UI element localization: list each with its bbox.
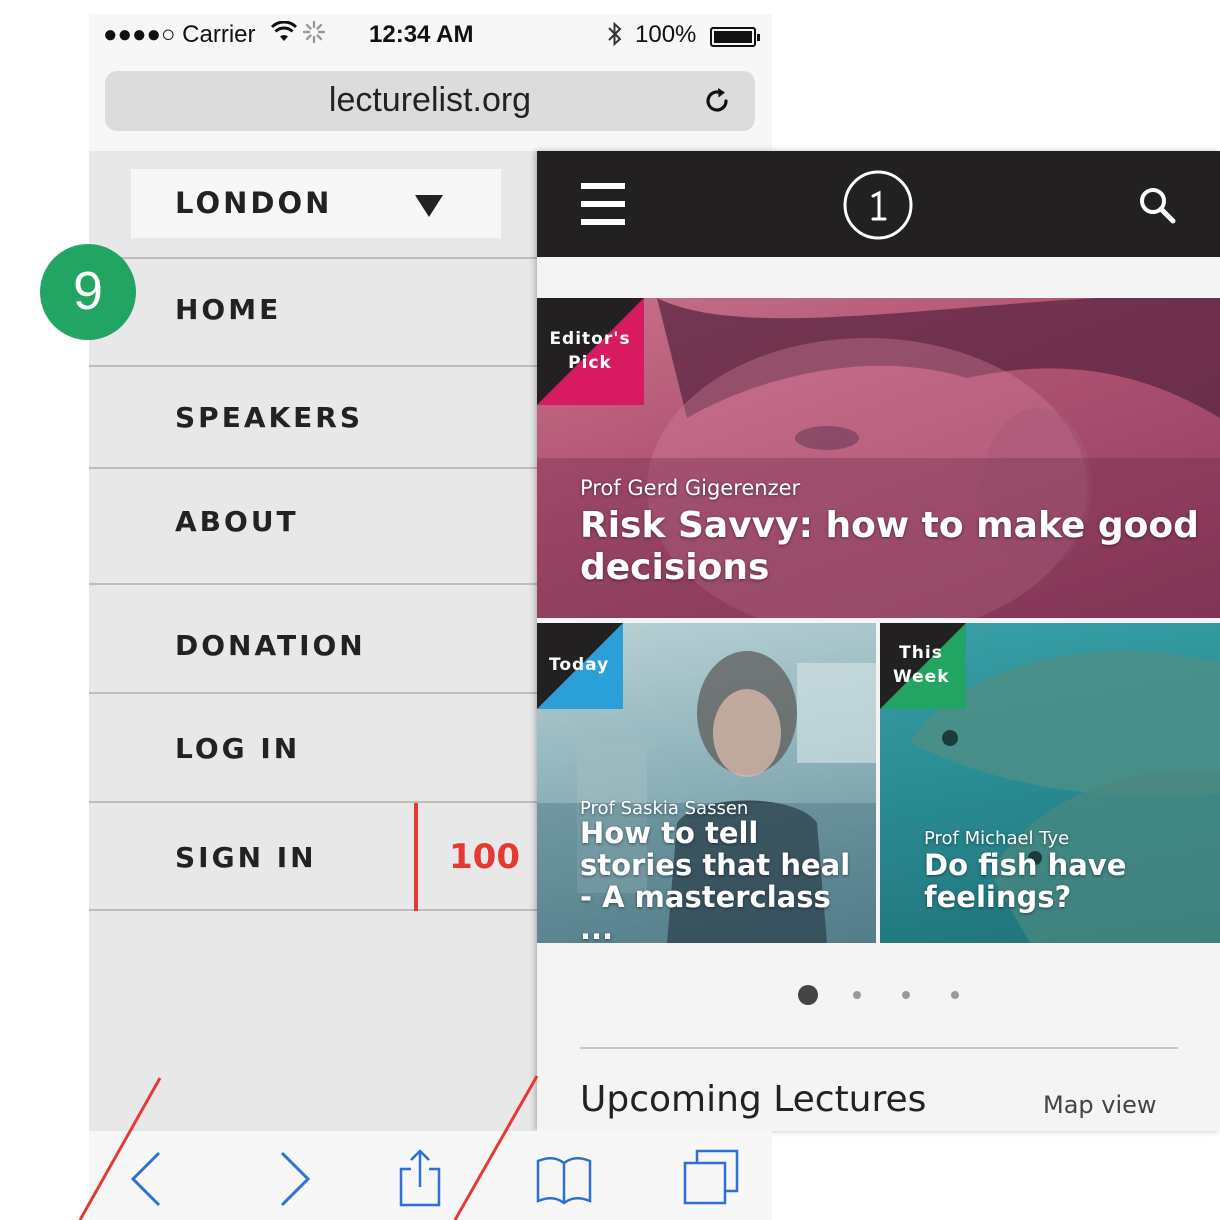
nav-item-label: SIGN IN (175, 841, 317, 874)
search-icon[interactable] (1137, 185, 1177, 225)
step-number: 9 (72, 261, 104, 321)
step-number-badge: 9 (40, 244, 136, 340)
nav-item-speakers[interactable]: SPEAKERS (89, 365, 537, 467)
editors-pick-tag: Editor's Pick (549, 327, 631, 375)
browser-toolbar (89, 1131, 772, 1220)
section-divider (580, 1047, 1178, 1049)
tag-line: Editor's (549, 329, 631, 349)
battery-percent: 100% (635, 21, 697, 48)
pager-dot[interactable] (798, 985, 818, 1005)
pager-dot[interactable] (853, 991, 861, 999)
city-label: LONDON (175, 186, 333, 220)
url-text: lecturelist.org (328, 81, 532, 119)
clock-time: 12:34 AM (369, 21, 474, 48)
logo-icon[interactable] (842, 169, 914, 241)
tag-line: This (899, 643, 943, 663)
lecture-title: How to tell stories that heal - A master… (580, 816, 851, 943)
menu-icon[interactable] (581, 183, 625, 225)
nav-item-label: SPEAKERS (175, 401, 364, 434)
speaker-name: Prof Gerd Gigerenzer (580, 476, 801, 500)
status-bar: ●●●●○ Carrier 12:34 AM 100% (89, 14, 772, 58)
back-icon[interactable] (119, 1147, 179, 1207)
url-bar[interactable]: lecturelist.org (105, 71, 755, 131)
bluetooth-icon (605, 21, 625, 54)
tag-line: Week (893, 667, 950, 687)
nav-item-sign-in[interactable]: SIGN IN 100 (89, 801, 537, 911)
section-title: Upcoming Lectures (580, 1079, 927, 1120)
nav-item-log-in[interactable]: LOG IN (89, 692, 537, 802)
nav-item-about[interactable]: ABOUT (89, 467, 537, 584)
tabs-icon[interactable] (681, 1147, 741, 1207)
carrier-signal: ●●●●○ Carrier (103, 21, 256, 48)
wifi-icon (270, 20, 298, 50)
pager-dot[interactable] (902, 991, 910, 999)
map-view-link[interactable]: Map view (1043, 1091, 1157, 1119)
pager-dot[interactable] (951, 991, 959, 999)
side-nav: LONDON HOME SPEAKERS ABOUT DONATION LOG … (89, 151, 537, 1131)
lecture-title: Risk Savvy: how to make good decisions (580, 505, 1199, 588)
nav-item-donation[interactable]: DONATION (89, 583, 537, 693)
nav-item-label: DONATION (175, 629, 366, 662)
main-content: Editor's Pick Prof Gerd Gigerenzer Risk … (537, 151, 1220, 1131)
carousel-pager (795, 981, 975, 1011)
share-icon[interactable] (389, 1147, 449, 1207)
annotation-count: 100 (449, 837, 520, 877)
featured-lecture-card[interactable]: Editor's Pick Prof Gerd Gigerenzer Risk … (537, 298, 1220, 618)
battery-icon (710, 27, 760, 47)
app-header (537, 151, 1220, 257)
bookmarks-icon[interactable] (534, 1147, 594, 1207)
nav-item-label: HOME (175, 293, 282, 326)
reload-icon[interactable] (701, 85, 733, 117)
tag-line: Pick (568, 353, 612, 373)
browser-url-area: lecturelist.org (89, 58, 772, 151)
annotation-divider (414, 803, 418, 911)
chevron-down-icon (415, 195, 443, 217)
today-tag: Today (549, 655, 610, 675)
city-dropdown[interactable]: LONDON (131, 169, 501, 238)
this-week-tag: This Week (893, 641, 949, 689)
nav-item-label: LOG IN (175, 732, 301, 765)
today-lecture-card[interactable]: Today Prof Saskia Sassen How to tell sto… (537, 623, 876, 943)
forward-icon[interactable] (264, 1147, 324, 1207)
loading-spinner-icon (302, 20, 326, 50)
speaker-name: Prof Michael Tye (924, 828, 1070, 849)
lecture-title: Do fish have feelings? (924, 848, 1127, 914)
this-week-lecture-card[interactable]: This Week Prof Michael Tye Do fish have … (880, 623, 1220, 943)
nav-item-label: ABOUT (175, 505, 299, 538)
nav-item-home[interactable]: HOME (89, 257, 537, 367)
